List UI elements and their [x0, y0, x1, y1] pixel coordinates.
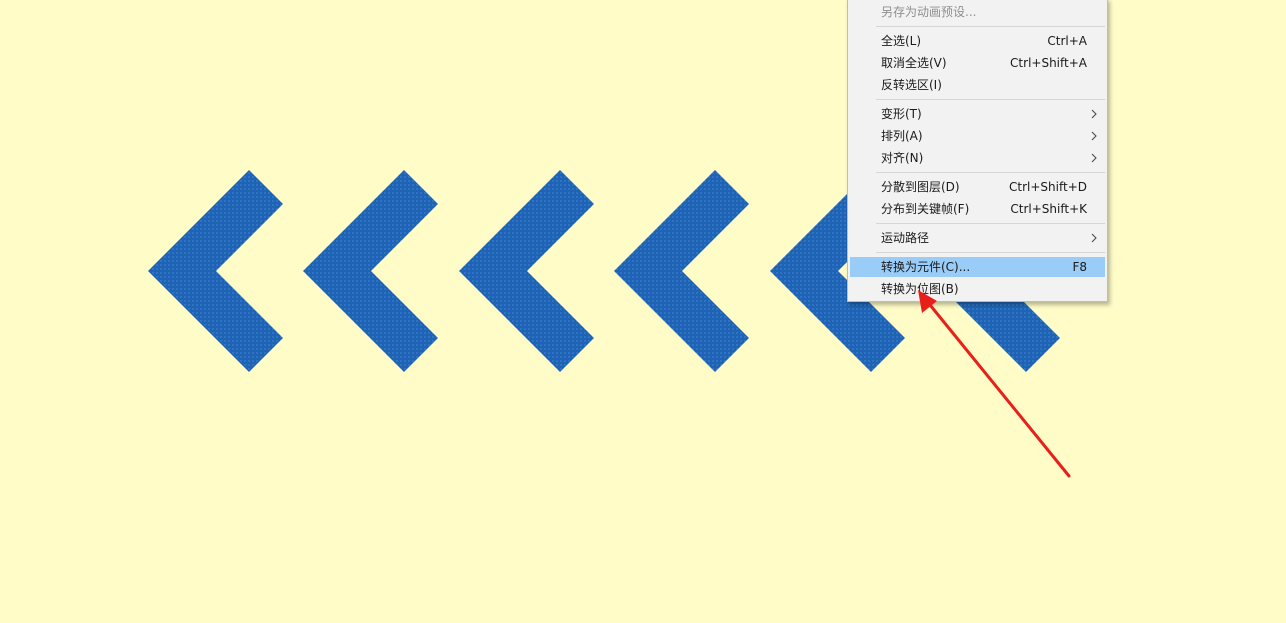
menu-item-5[interactable]: 排列(A) [850, 126, 1105, 146]
menu-item-8[interactable]: 分布到关键帧(F) Ctrl+Shift+K [850, 199, 1105, 219]
menu-item-4[interactable]: 变形(T) [850, 104, 1105, 124]
menu-item-9[interactable]: 运动路径 [850, 228, 1105, 248]
submenu-chevron-right-icon [1091, 153, 1097, 163]
menu-item-shortcut: Ctrl+Shift+D [1009, 180, 1087, 194]
menu-item-10[interactable]: 转换为元件(C)... F8 [850, 257, 1105, 277]
menu-item-7[interactable]: 分散到图层(D) Ctrl+Shift+D [850, 177, 1105, 197]
chevron-left-shape-4[interactable] [614, 170, 749, 372]
menu-item-label: 转换为位图(B) [881, 282, 959, 296]
menu-separator [876, 252, 1105, 253]
menu-item-label: 转换为元件(C)... [881, 260, 971, 274]
submenu-chevron-right-icon [1091, 109, 1097, 119]
submenu-chevron-right-icon [1091, 131, 1097, 141]
menu-item-label: 对齐(N) [881, 151, 924, 165]
menu-item-label: 另存为动画预设... [881, 5, 977, 19]
chevron-left-shape-3[interactable] [459, 170, 594, 372]
menu-item-label: 变形(T) [881, 107, 922, 121]
context-menu: 另存为动画预设... 全选(L) Ctrl+A 取消全选(V) Ctrl+Shift+A… [847, 0, 1108, 302]
menu-item-3[interactable]: 反转选区(I) [850, 75, 1105, 95]
menu-item-label: 取消全选(V) [881, 56, 947, 70]
menu-item-label: 排列(A) [881, 129, 923, 143]
menu-item-6[interactable]: 对齐(N) [850, 148, 1105, 168]
menu-item-0[interactable]: 另存为动画预设... [850, 2, 1105, 22]
menu-item-shortcut: Ctrl+A [1047, 34, 1087, 48]
menu-item-label: 反转选区(I) [881, 78, 942, 92]
menu-item-1[interactable]: 全选(L) Ctrl+A [850, 31, 1105, 51]
menu-item-11[interactable]: 转换为位图(B) [850, 279, 1105, 299]
menu-separator [876, 26, 1105, 27]
chevron-left-shape-1[interactable] [148, 170, 283, 372]
menu-item-label: 分散到图层(D) [881, 180, 960, 194]
menu-item-2[interactable]: 取消全选(V) Ctrl+Shift+A [850, 53, 1105, 73]
menu-separator [876, 172, 1105, 173]
menu-item-label: 分布到关键帧(F) [881, 202, 970, 216]
menu-separator [876, 99, 1105, 100]
menu-item-label: 全选(L) [881, 34, 922, 48]
menu-separator [876, 223, 1105, 224]
menu-item-shortcut: Ctrl+Shift+A [1010, 56, 1087, 70]
menu-item-label: 运动路径 [881, 231, 930, 245]
menu-item-shortcut: Ctrl+Shift+K [1010, 202, 1087, 216]
menu-item-shortcut: F8 [1072, 260, 1087, 274]
submenu-chevron-right-icon [1091, 233, 1097, 243]
chevron-left-shape-2[interactable] [303, 170, 438, 372]
